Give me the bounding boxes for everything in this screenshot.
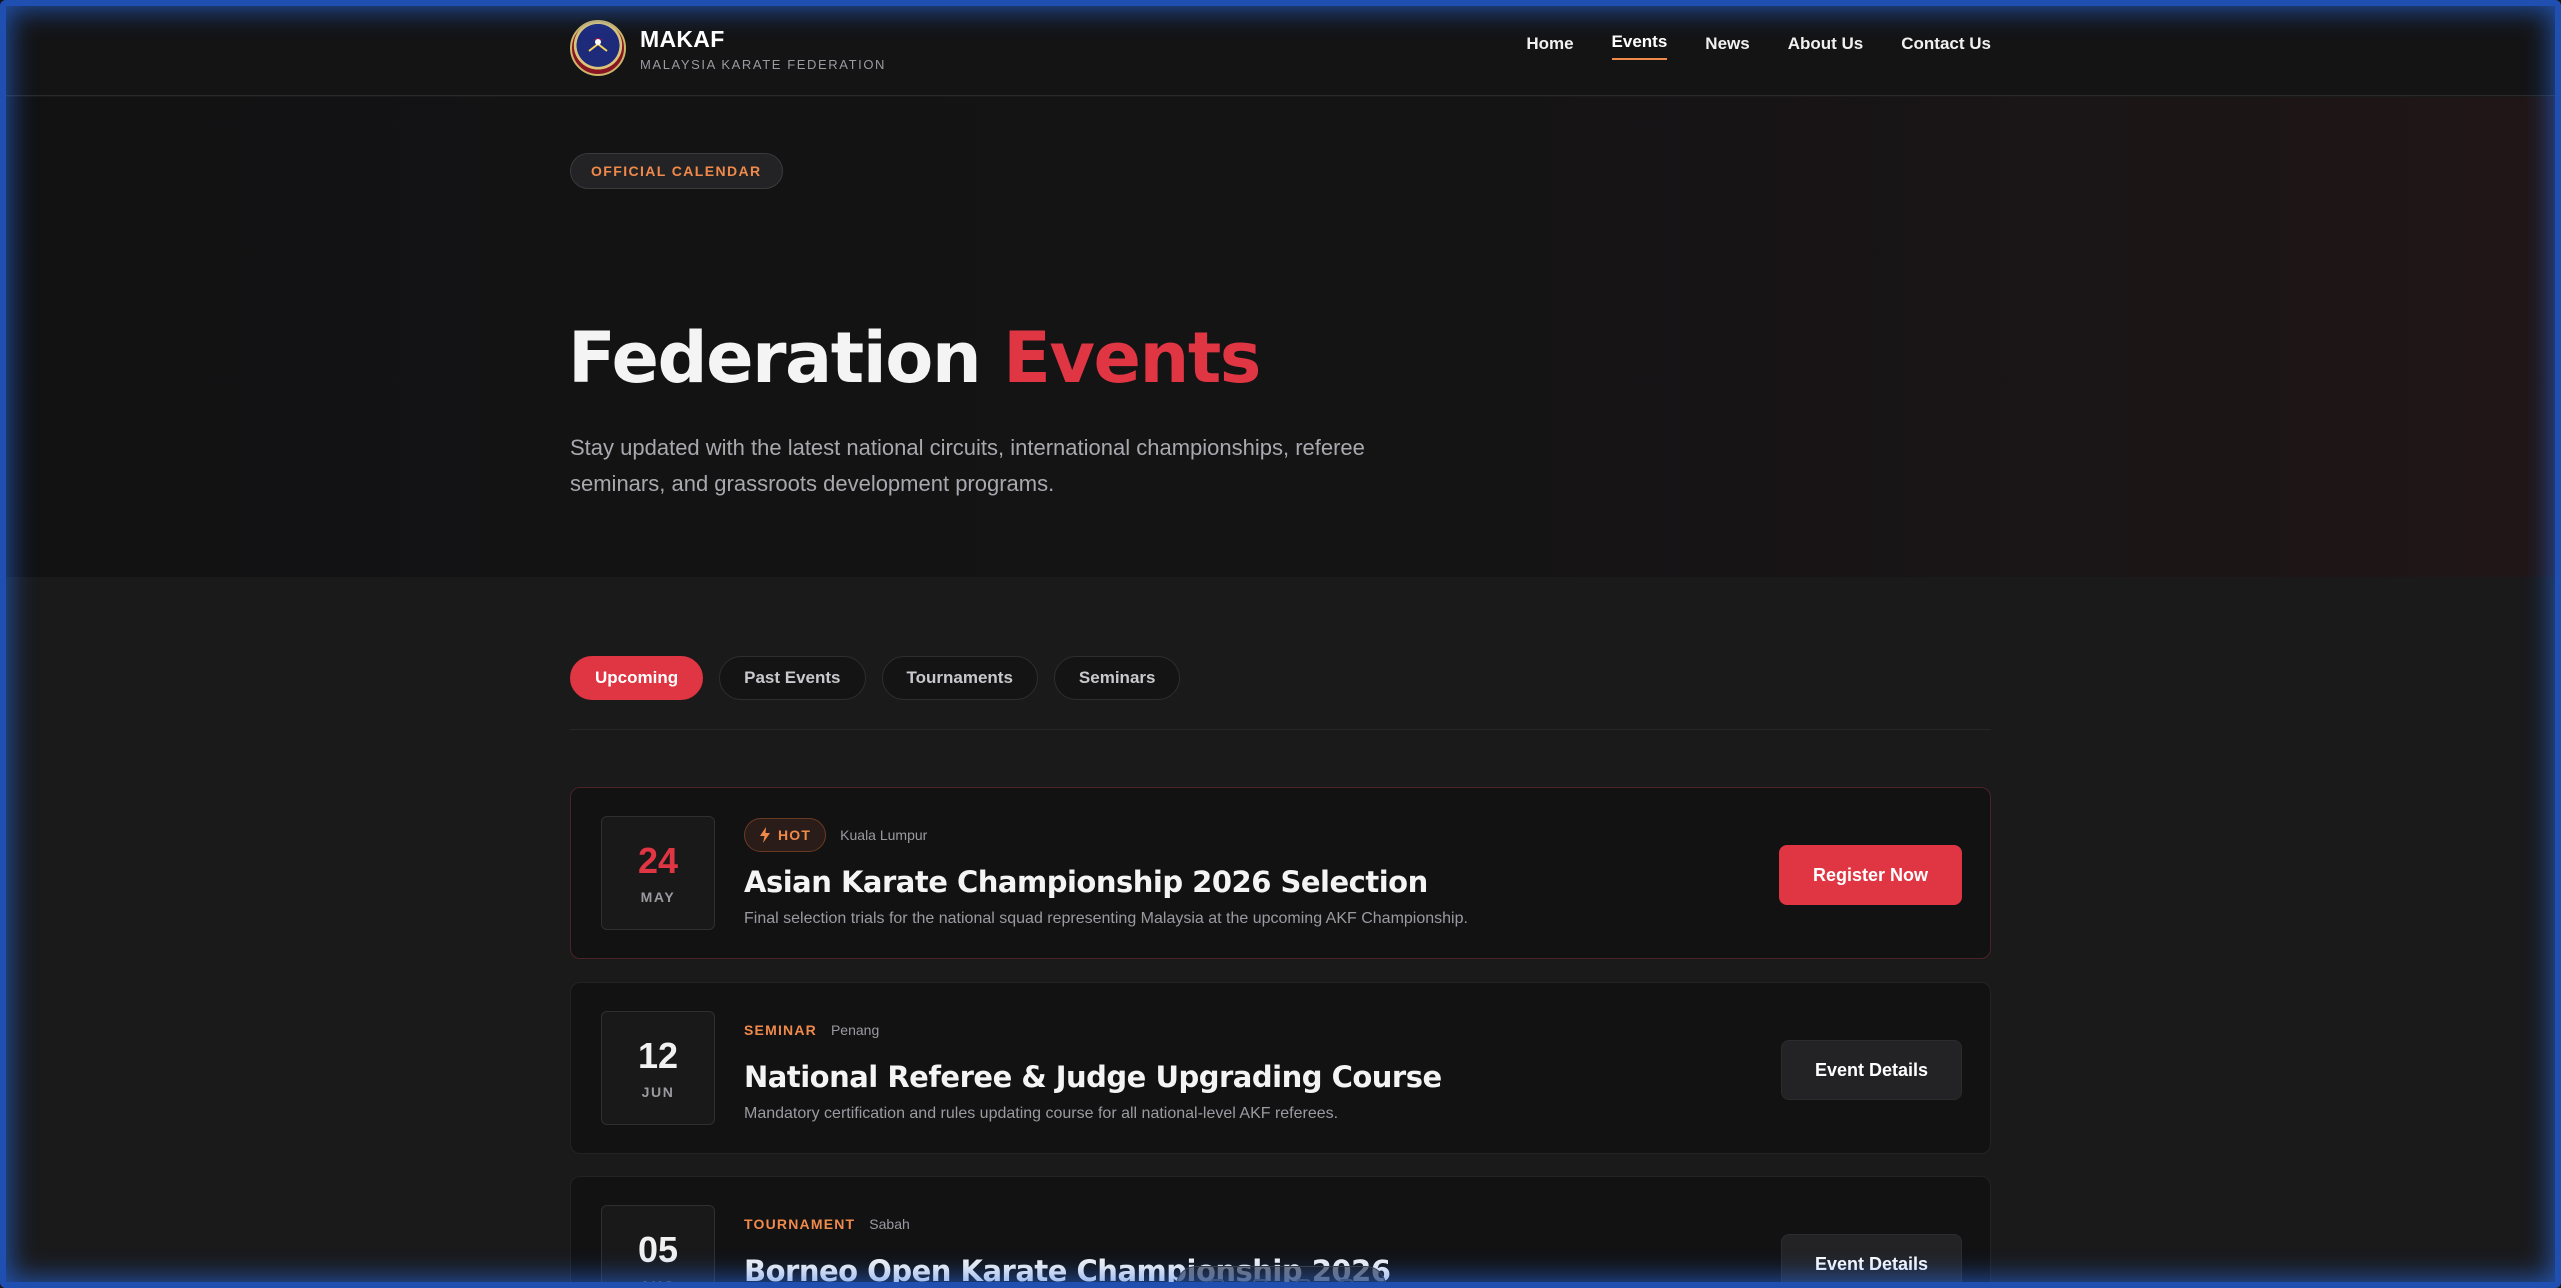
floating-toolbar[interactable]: [1176, 1266, 1386, 1288]
toolbar-hand-icon[interactable]: [1252, 1279, 1267, 1288]
toolbar-settings-icon[interactable]: [1338, 1279, 1353, 1288]
event-location: Sabah: [869, 1216, 910, 1232]
toolbar-list-icon[interactable]: [1295, 1279, 1310, 1288]
event-details-button[interactable]: Event Details: [1780, 1040, 1962, 1100]
page-title-main: Federation: [568, 317, 1004, 399]
filter-upcoming[interactable]: Upcoming: [570, 656, 704, 700]
karate-emblem-icon: [588, 39, 608, 57]
page-title-accent: Events: [1003, 317, 1261, 399]
nav-contact-us[interactable]: Contact Us: [1901, 34, 1991, 62]
page-description: Stay updated with the latest national ci…: [570, 435, 1365, 496]
filter-seminars[interactable]: Seminars: [1053, 656, 1181, 700]
event-title[interactable]: Asian Karate Championship 2026 Selection: [744, 864, 1468, 900]
nav-events[interactable]: Events: [1611, 32, 1667, 60]
event-date: 05 AUG: [601, 1205, 715, 1288]
top-navbar: MAKAF MALAYSIA KARATE FEDERATION Home Ev…: [0, 0, 2561, 96]
event-card: 24 MAY HOT Kuala Lumpur Asian Karate Cha…: [570, 787, 1991, 959]
lightning-icon: [760, 827, 770, 843]
event-category: SEMINAR: [744, 1022, 817, 1038]
event-location: Penang: [830, 1022, 880, 1038]
event-card: 12 JUN SEMINAR Penang National Referee &…: [570, 982, 1991, 1154]
event-filter-tabs: Upcoming Past Events Tournaments Seminar…: [570, 656, 1181, 700]
hot-badge-label: HOT: [778, 827, 812, 843]
hero-section: [0, 97, 2561, 577]
event-date-month: AUG: [640, 1278, 676, 1288]
filter-past-events[interactable]: Past Events: [719, 656, 866, 700]
event-title[interactable]: National Referee & Judge Upgrading Cours…: [744, 1059, 1442, 1095]
event-date-day: 05: [637, 1229, 679, 1270]
filter-tournaments[interactable]: Tournaments: [881, 656, 1038, 700]
main-nav: Home Events News About Us Contact Us: [1526, 32, 1991, 62]
nav-news[interactable]: News: [1705, 34, 1749, 62]
event-details-button[interactable]: Event Details: [1780, 1234, 1962, 1288]
hot-badge: HOT: [744, 818, 827, 852]
event-date-month: MAY: [640, 889, 676, 905]
event-date: 24 MAY: [601, 816, 715, 930]
filter-divider: [570, 729, 1991, 730]
event-description: Final selection trials for the national …: [744, 910, 1468, 927]
nav-about-us[interactable]: About Us: [1788, 34, 1864, 62]
brand[interactable]: MAKAF MALAYSIA KARATE FEDERATION: [570, 20, 886, 76]
event-description: Mandatory certification and rules updati…: [744, 1105, 1339, 1122]
toolbar-mic-icon[interactable]: [1209, 1279, 1224, 1288]
official-calendar-tag: OFFICIAL CALENDAR: [570, 153, 783, 189]
event-location: Kuala Lumpur: [840, 827, 928, 843]
brand-name: MAKAF: [640, 25, 725, 52]
event-date-month: JUN: [641, 1084, 675, 1100]
event-category: TOURNAMENT: [744, 1216, 856, 1232]
federation-logo: [570, 20, 626, 76]
page-title: Federation Events: [568, 316, 1261, 400]
event-date-day: 24: [637, 840, 679, 881]
event-date-day: 12: [637, 1035, 679, 1076]
event-date: 12 JUN: [601, 1011, 715, 1125]
nav-home[interactable]: Home: [1526, 34, 1573, 62]
register-now-button[interactable]: Register Now: [1778, 845, 1962, 905]
brand-subtitle: MALAYSIA KARATE FEDERATION: [640, 56, 887, 72]
